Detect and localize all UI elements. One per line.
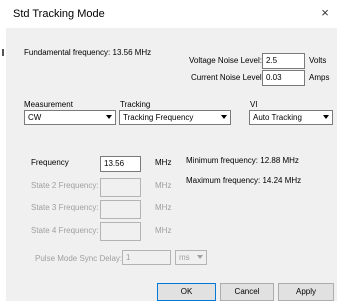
state3-frequency-unit: MHz bbox=[155, 203, 172, 212]
measurement-value: CW bbox=[28, 113, 42, 122]
chevron-down-icon bbox=[106, 115, 112, 119]
frequency-label: Frequency bbox=[31, 158, 69, 167]
apply-button[interactable]: Apply bbox=[278, 283, 334, 301]
voltage-unit: Volts bbox=[309, 56, 327, 65]
window-edge-mark bbox=[2, 49, 4, 56]
ok-button[interactable]: OK bbox=[157, 283, 216, 301]
current-unit: Amps bbox=[309, 73, 330, 82]
voltage-noise-input[interactable]: 2.5 bbox=[262, 53, 305, 69]
chevron-down-icon bbox=[323, 115, 329, 119]
chevron-down-icon bbox=[221, 115, 227, 119]
pulse-delay-label: Pulse Mode Sync Delay: bbox=[35, 254, 123, 263]
vi-value: Auto Tracking bbox=[253, 113, 302, 122]
state2-frequency-input[interactable] bbox=[100, 178, 141, 197]
fundamental-frequency-label: Fundamental frequency: 13.56 MHz bbox=[24, 48, 152, 57]
state4-frequency-unit: MHz bbox=[155, 226, 172, 235]
pulse-unit-value: ms bbox=[179, 253, 190, 262]
state4-frequency-label: State 4 Frequency: bbox=[31, 226, 99, 235]
measurement-label: Measurement bbox=[24, 100, 73, 109]
state2-frequency-label: State 2 Frequency: bbox=[31, 181, 99, 190]
pulse-unit-select[interactable]: ms bbox=[175, 250, 207, 265]
window-title: Std Tracking Mode bbox=[13, 8, 105, 20]
state2-frequency-unit: MHz bbox=[155, 181, 172, 190]
measurement-select[interactable]: CW bbox=[24, 110, 116, 125]
frequency-input[interactable]: 13.56 bbox=[100, 156, 141, 172]
tracking-select[interactable]: Tracking Frequency bbox=[119, 110, 231, 125]
chevron-down-icon bbox=[197, 255, 203, 259]
close-icon[interactable]: × bbox=[318, 5, 332, 21]
tracking-label: Tracking bbox=[120, 100, 151, 109]
cancel-button[interactable]: Cancel bbox=[220, 283, 274, 301]
min-frequency-label: Minimum frequency: 12.88 MHz bbox=[186, 156, 299, 165]
frequency-unit: MHz bbox=[155, 158, 172, 167]
pulse-delay-input[interactable]: 1 bbox=[122, 250, 171, 265]
current-noise-label: Current Noise Level: bbox=[191, 73, 264, 82]
max-frequency-label: Maximum frequency: 14.24 MHz bbox=[186, 176, 302, 185]
voltage-noise-label: Voltage Noise Level: bbox=[189, 56, 262, 65]
state4-frequency-input[interactable] bbox=[100, 222, 141, 241]
state3-frequency-input[interactable] bbox=[100, 200, 141, 219]
vi-select[interactable]: Auto Tracking bbox=[249, 110, 333, 125]
vi-label: VI bbox=[250, 100, 258, 109]
tracking-value: Tracking Frequency bbox=[123, 113, 194, 122]
state3-frequency-label: State 3 Frequency: bbox=[31, 203, 99, 212]
current-noise-input[interactable]: 0.03 bbox=[262, 70, 305, 86]
